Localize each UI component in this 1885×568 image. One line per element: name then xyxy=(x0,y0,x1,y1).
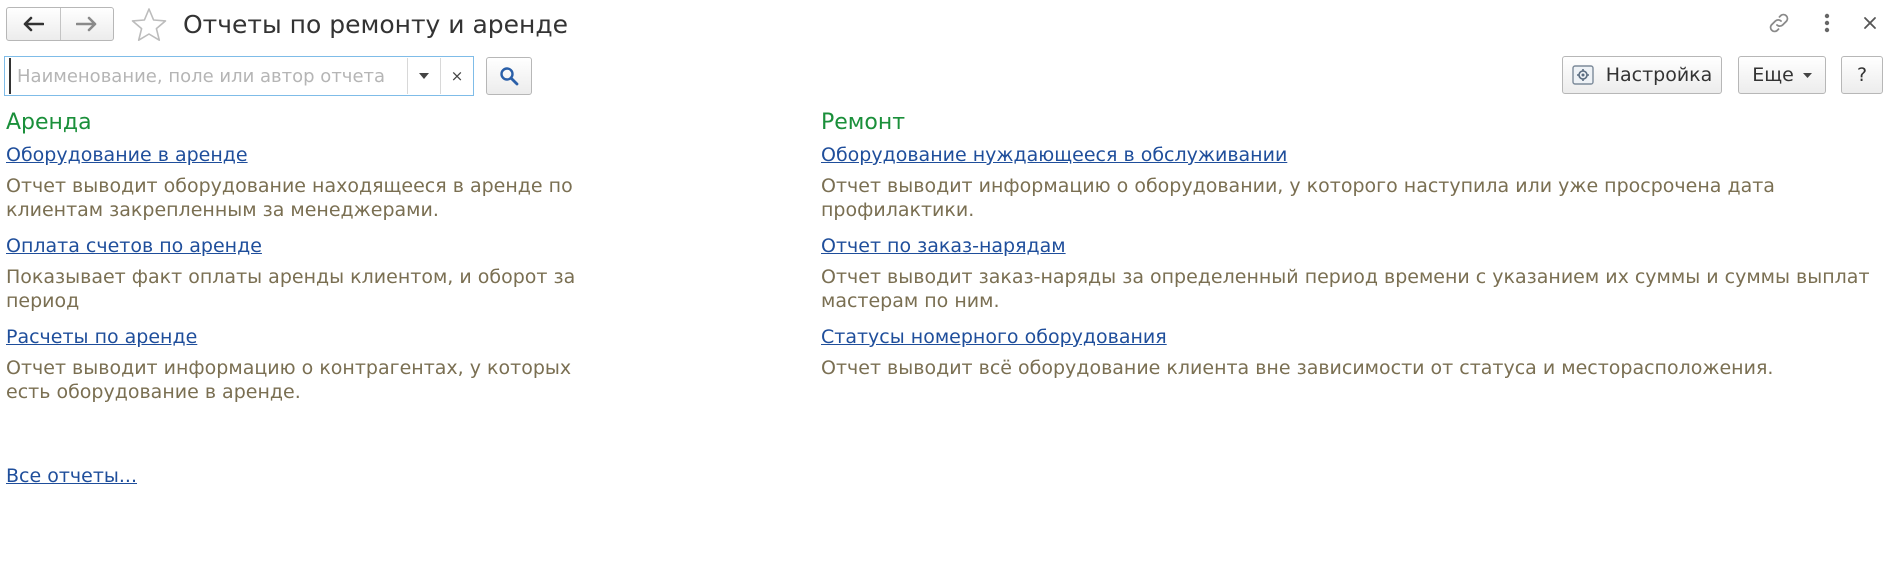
search-icon xyxy=(500,67,519,86)
more-actions-button[interactable] xyxy=(1813,9,1841,37)
report-link[interactable]: Оплата счетов по аренде xyxy=(6,233,262,259)
report-description: Отчет выводит всё оборудование клиента в… xyxy=(821,357,1774,379)
arrow-right-icon xyxy=(75,16,97,32)
close-icon xyxy=(1864,17,1876,29)
more-menu-button[interactable]: Еще xyxy=(1738,56,1826,94)
search-dropdown-button[interactable] xyxy=(407,58,440,94)
all-reports-link[interactable]: Все отчеты... xyxy=(6,463,137,489)
forward-button[interactable] xyxy=(59,8,114,40)
report-item: Отчет по заказ-нарядам Отчет выводит зак… xyxy=(821,233,1871,313)
report-search-field: × xyxy=(4,56,474,96)
search-input[interactable] xyxy=(9,58,407,94)
report-description: Показывает факт оплаты аренды клиентом, … xyxy=(6,266,576,312)
report-item: Статусы номерного оборудования Отчет выв… xyxy=(821,324,1871,380)
report-link[interactable]: Расчеты по аренде xyxy=(6,324,197,350)
report-description: Отчет выводит заказ-наряды за определенн… xyxy=(821,266,1870,312)
more-label: Еще xyxy=(1752,64,1794,86)
group-title: Ремонт xyxy=(821,110,906,135)
search-clear-button[interactable]: × xyxy=(440,58,473,94)
arrow-left-icon xyxy=(23,16,45,32)
report-item: Оплата счетов по аренде Показывает факт … xyxy=(6,233,606,313)
link-icon xyxy=(1769,13,1789,33)
group-repair: Ремонт Оборудование нуждающееся в обслуж… xyxy=(821,108,1871,391)
more-vertical-icon xyxy=(1824,13,1830,33)
search-button[interactable] xyxy=(486,57,532,95)
star-icon xyxy=(131,8,167,41)
report-link[interactable]: Отчет по заказ-нарядам xyxy=(821,233,1066,259)
chevron-down-icon xyxy=(1802,72,1812,78)
group-title: Аренда xyxy=(6,110,92,135)
settings-label: Настройка xyxy=(1605,64,1713,86)
favorite-button[interactable] xyxy=(131,7,167,50)
page-title: Отчеты по ремонту и аренде xyxy=(183,10,569,39)
report-link[interactable]: Статусы номерного оборудования xyxy=(821,324,1167,350)
chevron-down-icon xyxy=(419,73,429,79)
back-button[interactable] xyxy=(7,8,60,40)
reports-panel: Отчеты по ремонту и аренде × xyxy=(0,0,1885,568)
report-description: Отчет выводит оборудование находящееся в… xyxy=(6,175,573,221)
report-link[interactable]: Оборудование в аренде xyxy=(6,142,248,168)
help-button[interactable]: ? xyxy=(1841,56,1883,94)
report-description: Отчет выводит информацию о контрагентах,… xyxy=(6,357,572,403)
report-item: Оборудование нуждающееся в обслуживании … xyxy=(821,142,1871,222)
settings-button[interactable]: Настройка xyxy=(1562,56,1722,94)
report-link[interactable]: Оборудование нуждающееся в обслуживании xyxy=(821,142,1287,168)
navigation-buttons xyxy=(6,7,114,41)
close-button[interactable] xyxy=(1856,9,1884,37)
report-item: Расчеты по аренде Отчет выводит информац… xyxy=(6,324,606,404)
report-item: Оборудование в аренде Отчет выводит обор… xyxy=(6,142,606,222)
report-description: Отчет выводит информацию о оборудовании,… xyxy=(821,175,1775,221)
settings-icon xyxy=(1571,65,1594,85)
link-button[interactable] xyxy=(1765,9,1793,37)
group-rental: Аренда Оборудование в аренде Отчет вывод… xyxy=(6,108,606,415)
